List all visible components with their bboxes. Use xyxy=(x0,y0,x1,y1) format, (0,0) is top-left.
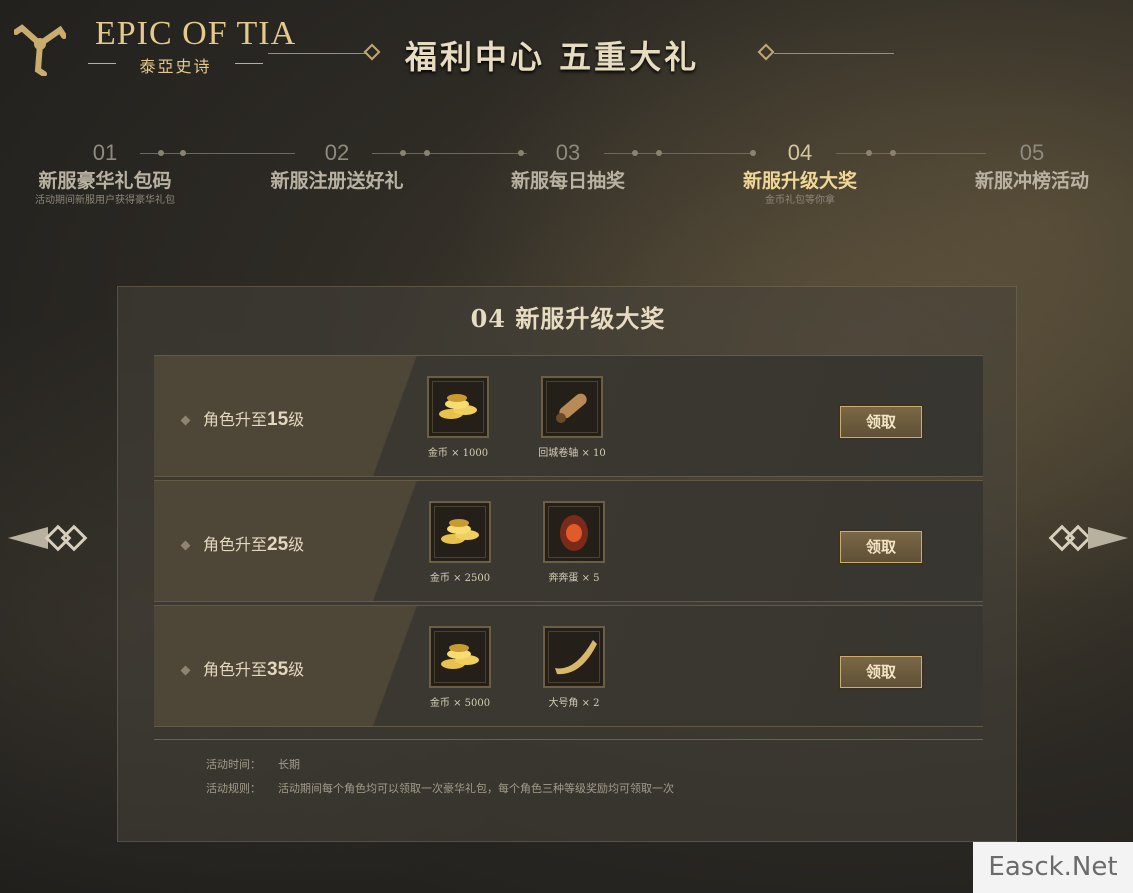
item-caption: 奔奔蛋 × 5 xyxy=(548,573,600,584)
step-number: 02 xyxy=(324,140,350,165)
logo-title: EPIC OF TIA xyxy=(95,15,297,52)
reward-item: 金币 × 1000 xyxy=(418,376,498,459)
reward-panel: 04 新服升级大奖 角色升至15级 金币 × 1000 回城卷轴 × 10 领取 xyxy=(117,286,1017,842)
step-subtitle: 活动期间新服用户获得豪华礼包 xyxy=(35,195,175,206)
level-prefix: 角色升至 xyxy=(203,535,268,554)
step-title: 新服升级大奖 xyxy=(742,170,857,192)
triskele-logo-icon xyxy=(14,24,66,76)
header: EPIC OF TIA 泰亞史诗 福利中心 五重大礼 xyxy=(0,0,1133,100)
reward-item: 大号角 × 2 xyxy=(534,626,614,709)
item-caption: 金币 × 5000 xyxy=(429,698,491,709)
claim-button[interactable]: 领取 xyxy=(840,656,922,688)
gold-coins-icon xyxy=(429,626,491,688)
step-number: 05 xyxy=(1019,140,1045,165)
reward-item: 回城卷轴 × 10 xyxy=(532,376,612,459)
activity-rule-row: 活动规则： 活动期间每个角色均可以领取一次豪华礼包，每个角色三种等级奖励均可领取一… xyxy=(206,777,674,801)
header-deco-line-right xyxy=(774,53,894,54)
header-deco-diamond-left xyxy=(363,43,381,61)
activity-time-row: 活动时间： 长期 xyxy=(206,753,674,777)
time-value: 长期 xyxy=(278,758,300,771)
step-tab-01[interactable]: 01 新服豪华礼包码 活动期间新服用户获得豪华礼包 xyxy=(5,138,205,208)
level-requirement: 角色升至35级 xyxy=(180,656,305,681)
reward-row: 角色升至35级 金币 × 5000 大号角 × 2 领取 xyxy=(154,605,983,727)
level-requirement: 角色升至25级 xyxy=(180,531,305,556)
egg-icon xyxy=(543,501,605,563)
reward-item: 金币 × 2500 xyxy=(420,501,500,584)
reward-item: 金币 × 5000 xyxy=(420,626,500,709)
rule-value: 活动期间每个角色均可以领取一次豪华礼包，每个角色三种等级奖励均可领取一次 xyxy=(278,782,674,795)
claim-button[interactable]: 领取 xyxy=(840,531,922,563)
step-subtitle: 金币礼包等你拿 xyxy=(765,195,835,206)
level-suffix: 级 xyxy=(288,535,305,554)
step-number: 04 xyxy=(787,140,813,165)
step-number: 01 xyxy=(92,140,118,165)
scroll-icon xyxy=(541,376,603,438)
item-caption: 回城卷轴 × 10 xyxy=(538,448,606,459)
level-number: 35 xyxy=(267,659,289,680)
level-suffix: 级 xyxy=(288,410,305,429)
level-number: 25 xyxy=(267,534,289,555)
level-requirement: 角色升至15级 xyxy=(180,406,305,431)
logo-subtitle: 泰亞史诗 xyxy=(88,53,263,77)
reward-row: 角色升至15级 金币 × 1000 回城卷轴 × 10 领取 xyxy=(154,355,983,477)
level-suffix: 级 xyxy=(288,660,305,679)
step-tab-03[interactable]: 03 新服每日抽奖 xyxy=(468,138,668,194)
activity-info: 活动时间： 长期 活动规则： 活动期间每个角色均可以领取一次豪华礼包，每个角色三种等… xyxy=(206,753,674,801)
step-nav: 01 新服豪华礼包码 活动期间新服用户获得豪华礼包 02 新服注册送好礼 03 … xyxy=(0,138,1133,218)
reward-list: 角色升至15级 金币 × 1000 回城卷轴 × 10 领取 角色升至25级 金… xyxy=(154,355,983,730)
step-title: 新服每日抽奖 xyxy=(510,170,625,192)
step-tab-05[interactable]: 05 新服冲榜活动 xyxy=(932,138,1132,194)
reward-item: 奔奔蛋 × 5 xyxy=(534,501,614,584)
bullet-diamond-icon xyxy=(180,665,191,676)
step-title: 新服冲榜活动 xyxy=(974,170,1089,192)
reward-row: 角色升至25级 金币 × 2500 奔奔蛋 × 5 领取 xyxy=(154,480,983,602)
header-deco-diamond-right xyxy=(757,43,775,61)
step-tab-02[interactable]: 02 新服注册送好礼 xyxy=(237,138,437,194)
next-arrow-icon[interactable] xyxy=(1048,521,1128,555)
step-tab-04[interactable]: 04 新服升级大奖 金币礼包等你拿 xyxy=(700,138,900,208)
bullet-diamond-icon xyxy=(180,415,191,426)
time-label: 活动时间： xyxy=(206,758,261,771)
gold-coins-icon xyxy=(429,501,491,563)
panel-title: 04 新服升级大奖 xyxy=(470,304,666,333)
item-caption: 金币 × 1000 xyxy=(427,448,489,459)
level-number: 15 xyxy=(267,409,289,430)
claim-button[interactable]: 领取 xyxy=(840,406,922,438)
step-title: 新服注册送好礼 xyxy=(270,170,404,192)
bullet-diamond-icon xyxy=(180,540,191,551)
horn-icon xyxy=(543,626,605,688)
item-caption: 大号角 × 2 xyxy=(548,698,600,709)
step-title: 新服豪华礼包码 xyxy=(38,170,172,192)
header-deco-line-left xyxy=(268,53,368,54)
level-prefix: 角色升至 xyxy=(203,410,268,429)
gold-coins-icon xyxy=(427,376,489,438)
watermark: Easck.Net xyxy=(973,842,1133,893)
divider xyxy=(154,739,983,740)
item-caption: 金币 × 2500 xyxy=(429,573,491,584)
prev-arrow-icon[interactable] xyxy=(8,521,88,555)
page-title: 福利中心 五重大礼 xyxy=(405,38,700,76)
rule-label: 活动规则： xyxy=(206,782,261,795)
level-prefix: 角色升至 xyxy=(203,660,268,679)
step-number: 03 xyxy=(555,140,581,165)
